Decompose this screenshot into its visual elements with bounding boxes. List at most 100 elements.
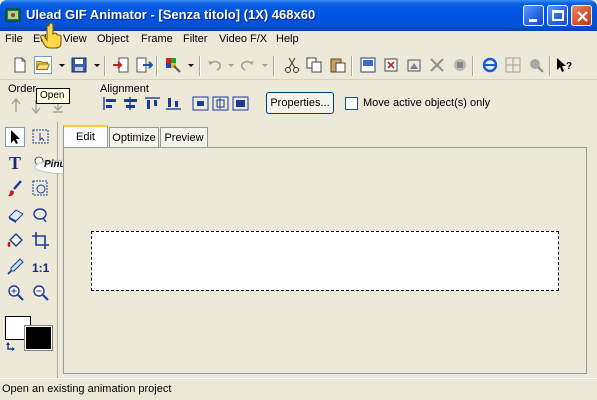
title-bar[interactable]: Ulead GIF Animator - [Senza titolo] (1X)… — [0, 0, 597, 31]
align-top-icon[interactable] — [144, 96, 161, 111]
align-left-icon[interactable] — [102, 96, 119, 111]
align-center-h-icon[interactable] — [122, 96, 139, 111]
eraser-tool[interactable] — [6, 205, 26, 225]
center-both-icon[interactable] — [232, 96, 249, 111]
marquee-icon — [32, 129, 49, 144]
order-label: Order — [8, 83, 37, 95]
minimize-button[interactable] — [523, 5, 544, 26]
arrow-pointer-icon — [11, 130, 20, 144]
background-color-swatch[interactable] — [24, 325, 53, 351]
hand-cursor-icon — [40, 22, 62, 49]
save-icon[interactable] — [70, 56, 88, 74]
lasso-tool[interactable] — [31, 179, 51, 199]
align-bottom-icon[interactable] — [165, 96, 182, 111]
properties-button[interactable]: Properties... — [266, 92, 334, 114]
brush-tool[interactable] — [6, 179, 26, 199]
crop-frame-icon — [32, 232, 49, 249]
ellipse-select-tool[interactable] — [31, 205, 51, 225]
menu-filter[interactable]: Filter — [183, 33, 207, 45]
lasso-icon — [32, 180, 48, 196]
toolbar-separator — [199, 56, 201, 76]
redo-dropdown-icon[interactable] — [262, 64, 268, 67]
canvas-size-icon[interactable] — [359, 56, 377, 74]
toolbar-separator — [472, 56, 474, 76]
main-toolbar: ? — [0, 52, 597, 80]
color-dropdown-icon[interactable] — [188, 64, 194, 67]
alignment-label: Alignment — [100, 83, 149, 95]
preview-grid-icon[interactable] — [504, 56, 522, 74]
toolbar-separator — [156, 56, 158, 76]
color-picker-icon[interactable] — [164, 56, 182, 74]
menu-frame[interactable]: Frame — [141, 33, 173, 45]
marquee-tool[interactable] — [31, 127, 51, 147]
move-active-checkbox[interactable] — [345, 97, 358, 110]
new-file-icon[interactable] — [11, 56, 29, 74]
eraser-icon — [8, 209, 24, 223]
toolbar-separator — [273, 56, 275, 76]
menu-bar: File Edit View Object Frame Filter Video… — [0, 31, 597, 49]
one-to-one-icon: 1:1 — [32, 261, 50, 275]
toolbar-separator — [104, 56, 106, 76]
zoom-out-icon — [33, 285, 49, 301]
brush-icon — [8, 180, 22, 197]
help-pointer-icon[interactable]: ? — [555, 56, 573, 74]
zoom-in-icon — [8, 285, 24, 301]
center-horizontal-icon[interactable] — [192, 96, 209, 111]
close-button[interactable] — [571, 5, 592, 26]
tab-preview[interactable]: Preview — [160, 127, 208, 147]
frame-properties-icon[interactable] — [405, 56, 423, 74]
menu-view[interactable]: View — [63, 33, 87, 45]
eyedropper-icon — [7, 258, 24, 275]
status-text: Open an existing animation project — [2, 383, 172, 395]
crop-icon[interactable] — [382, 56, 400, 74]
close-icon — [577, 11, 588, 22]
status-bar: Open an existing animation project — [0, 378, 597, 400]
pick-tool[interactable] — [5, 127, 25, 147]
actual-size-tool[interactable]: 1:1 — [31, 257, 51, 277]
export-icon[interactable] — [135, 56, 153, 74]
svg-text:?: ? — [566, 61, 572, 72]
menu-object[interactable]: Object — [97, 33, 129, 45]
toolbar-separator — [549, 56, 551, 76]
gif-frame-canvas[interactable] — [91, 231, 559, 291]
open-dropdown-icon[interactable] — [59, 64, 65, 67]
eyedropper-tool[interactable] — [6, 257, 26, 277]
undo-dropdown-icon[interactable] — [228, 64, 234, 67]
paste-icon[interactable] — [329, 56, 347, 74]
zoom-in-tool[interactable] — [6, 283, 26, 303]
tools-icon[interactable] — [527, 56, 545, 74]
actual-size-label: 1:1 — [32, 261, 50, 275]
undo-icon[interactable] — [206, 56, 224, 74]
copy-icon[interactable] — [305, 56, 323, 74]
swap-colors-icon[interactable] — [5, 341, 19, 353]
window-title: Ulead GIF Animator - [Senza titolo] (1X)… — [26, 7, 316, 22]
menu-file[interactable]: File — [5, 33, 23, 45]
maximize-button[interactable] — [547, 5, 568, 26]
paint-bucket-icon — [7, 233, 23, 247]
open-file-icon[interactable] — [34, 56, 52, 74]
toolbar-separator — [351, 56, 353, 76]
text-tool[interactable]: T — [6, 153, 26, 173]
tab-optimize[interactable]: Optimize — [109, 127, 159, 147]
minimize-icon — [529, 19, 537, 22]
open-tooltip: Open — [36, 88, 70, 104]
move-active-label: Move active object(s) only — [363, 97, 491, 109]
menu-help[interactable]: Help — [276, 33, 299, 45]
app-icon — [5, 8, 21, 22]
optimize-icon[interactable] — [428, 56, 446, 74]
svg-text:T: T — [9, 153, 21, 173]
wizard-icon[interactable] — [451, 56, 469, 74]
text-t-icon: T — [9, 153, 21, 173]
import-icon[interactable] — [112, 56, 130, 74]
cut-icon[interactable] — [283, 56, 301, 74]
save-dropdown-icon[interactable] — [94, 64, 100, 67]
center-vertical-icon[interactable] — [212, 96, 229, 111]
menu-video-fx[interactable]: Video F/X — [219, 33, 267, 45]
ellipse-icon — [33, 208, 47, 223]
tab-edit[interactable]: Edit — [63, 125, 108, 147]
zoom-out-tool[interactable] — [31, 283, 51, 303]
fill-tool[interactable] — [6, 231, 26, 251]
redo-icon[interactable] — [238, 56, 256, 74]
crop-tool[interactable] — [31, 231, 51, 251]
browser-preview-icon[interactable] — [481, 56, 499, 74]
